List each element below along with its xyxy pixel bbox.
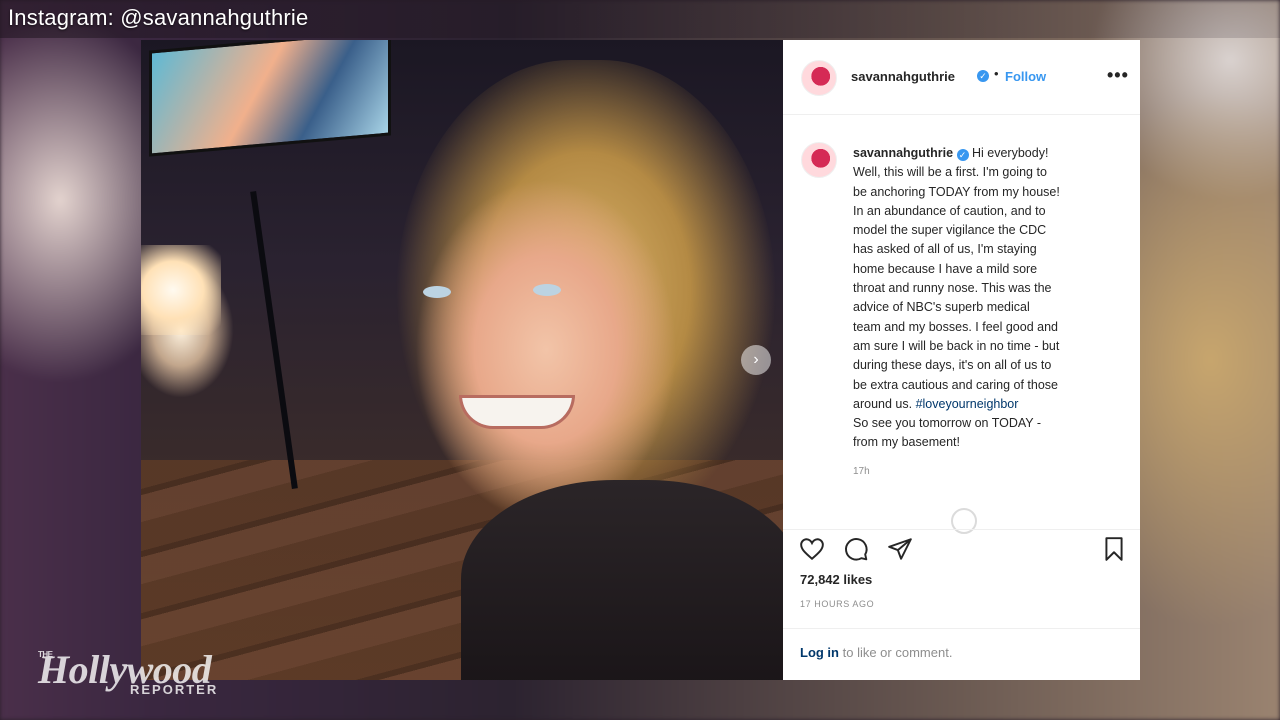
carousel-next-button[interactable]: › — [741, 345, 771, 375]
caption-line: has asked of all of us, I'm staying — [853, 242, 1037, 257]
caption-avatar[interactable] — [801, 142, 837, 178]
camera-stand — [250, 191, 298, 489]
more-icon[interactable]: ••• — [1107, 65, 1129, 86]
post-age: 17 HOURS AGO — [800, 599, 875, 609]
login-prompt-text: to like or comment. — [839, 645, 953, 660]
caption-line: from my basement! — [853, 435, 960, 450]
caption-line: throat and runny nose. This was the — [853, 281, 1052, 296]
caption-line: advice of NBC's superb medical — [853, 300, 1030, 315]
caption-line: team and my bosses. I feel good and — [853, 319, 1058, 334]
hashtag-link[interactable]: #loveyourneighbor — [916, 397, 1019, 411]
smile — [459, 395, 575, 429]
heart-icon[interactable] — [799, 536, 825, 562]
source-caption: Instagram: @savannahguthrie — [8, 5, 309, 30]
post-photo: › — [141, 40, 783, 680]
caption-username[interactable]: savannahguthrie — [853, 146, 953, 160]
avatar[interactable] — [801, 60, 837, 96]
caption-line: am sure I will be back in no time - but — [853, 338, 1060, 353]
share-icon[interactable] — [887, 536, 913, 562]
caption-line: during these days, it's on all of us to — [853, 358, 1052, 373]
caption-line: be anchoring TODAY from my house! — [853, 184, 1060, 199]
action-bar — [783, 530, 1140, 570]
studio-light — [141, 245, 221, 335]
caption-line: Hi everybody! — [972, 146, 1049, 160]
header-divider — [783, 114, 1140, 115]
post-caption: savannahguthrie ✓ Hi everybody! Well, th… — [853, 144, 1123, 453]
login-prompt: Log in to like or comment. — [800, 645, 952, 660]
follow-button[interactable]: Follow — [1005, 69, 1046, 84]
tv-screen — [149, 40, 391, 157]
login-link[interactable]: Log in — [800, 645, 839, 660]
caption-line: home because I have a mild sore — [853, 261, 1038, 276]
caption-line: model the super vigilance the CDC — [853, 223, 1047, 238]
caption-timestamp: 17h — [853, 466, 870, 477]
eye-right — [533, 284, 561, 296]
header-username[interactable]: savannahguthrie — [851, 69, 955, 84]
comment-icon[interactable] — [843, 536, 869, 562]
footer-divider — [783, 628, 1140, 629]
logo-reporter: REPORTER — [130, 682, 219, 697]
verified-badge-icon: ✓ — [977, 70, 989, 82]
caption-line: be extra cautious and caring of those — [853, 377, 1058, 392]
hollywood-reporter-logo: THE Hollywood REPORTER — [38, 646, 216, 697]
verified-badge-icon: ✓ — [956, 149, 969, 161]
instagram-post-panel: savannahguthrie ✓ • Follow ••• savannahg… — [783, 40, 1140, 680]
likes-count[interactable]: 72,842 likes — [800, 572, 872, 587]
caption-line: Well, this will be a first. I'm going to — [853, 165, 1047, 180]
separator-dot: • — [994, 66, 999, 81]
caption-line: around us. — [853, 396, 913, 411]
logo-the: THE — [38, 650, 53, 659]
caption-line: So see you tomorrow on TODAY - — [853, 416, 1042, 431]
caption-line: In an abundance of caution, and to — [853, 203, 1046, 218]
jacket — [461, 480, 783, 680]
bookmark-icon[interactable] — [1101, 536, 1127, 562]
eye-left — [423, 286, 451, 298]
post-header: savannahguthrie ✓ • Follow ••• — [783, 40, 1140, 114]
